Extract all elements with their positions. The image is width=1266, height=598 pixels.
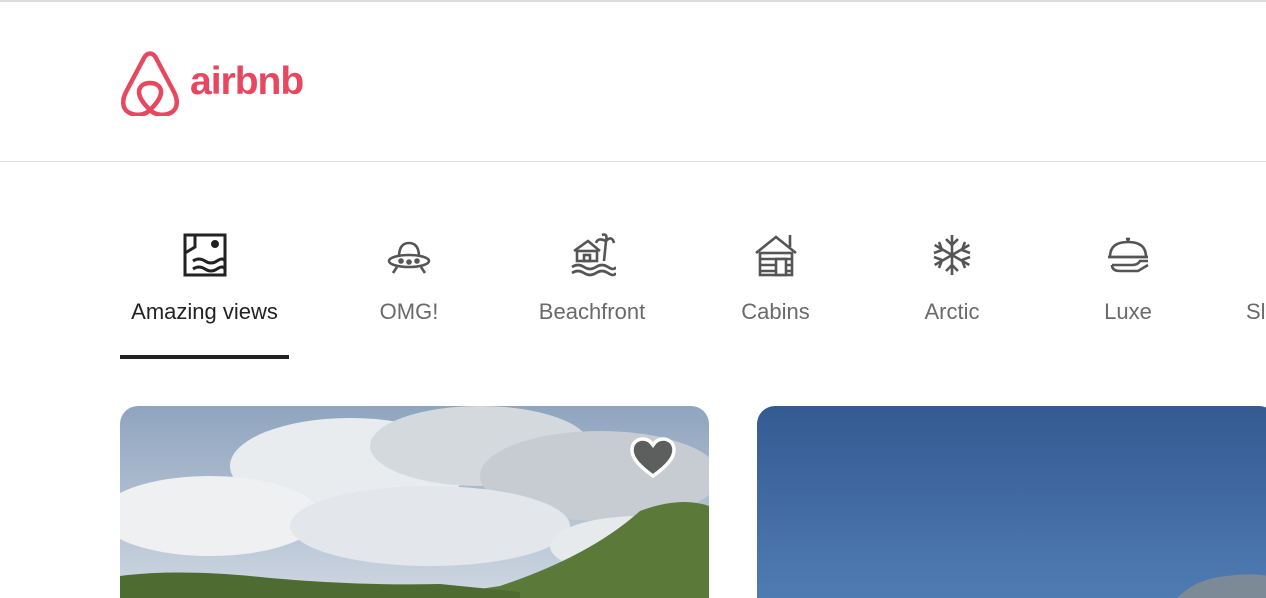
tab-indicator	[734, 355, 817, 359]
category-omg[interactable]: OMG!	[370, 229, 448, 359]
airbnb-logo-icon	[121, 51, 179, 116]
airbnb-logo[interactable]: airbnb	[120, 50, 304, 116]
category-label: Cabins	[741, 299, 810, 324]
amazing-views-icon	[179, 229, 231, 281]
tab-indicator	[527, 355, 657, 359]
category-amazing-views[interactable]: Amazing views	[120, 229, 289, 359]
cabin-icon	[750, 229, 802, 281]
header: airbnb	[0, 2, 1266, 162]
category-label: Beachfront	[538, 299, 646, 324]
heart-icon[interactable]	[629, 436, 677, 480]
category-label: Arctic	[924, 299, 980, 324]
tab-indicator	[915, 355, 989, 359]
cloche-icon	[1102, 229, 1154, 281]
listing-card[interactable]	[757, 406, 1266, 598]
ufo-icon	[383, 229, 435, 281]
blue-sky-coast-photo	[757, 406, 1266, 598]
category-label: Sl	[1246, 299, 1266, 324]
beach-house-icon	[566, 229, 618, 281]
listing-card[interactable]	[120, 406, 709, 598]
snowflake-icon	[926, 229, 978, 281]
category-label: OMG!	[379, 299, 439, 324]
category-label: Amazing views	[131, 299, 278, 324]
category-label: Luxe	[1104, 299, 1152, 324]
category-luxe[interactable]: Luxe	[1098, 229, 1158, 359]
tab-indicator	[1098, 355, 1158, 359]
category-icon-partial	[1246, 229, 1266, 281]
category-cabins[interactable]: Cabins	[734, 229, 817, 359]
brand-name: airbnb	[190, 59, 304, 103]
cloudy-hills-photo	[120, 406, 709, 598]
category-arctic[interactable]: Arctic	[915, 229, 989, 359]
category-partial[interactable]: Sl	[1246, 229, 1266, 359]
active-tab-indicator	[120, 355, 289, 359]
tab-indicator	[370, 355, 448, 359]
category-beachfront[interactable]: Beachfront	[527, 229, 657, 359]
category-bar: Amazing views OMG! Beachfront Cabins Arc…	[0, 163, 1266, 363]
